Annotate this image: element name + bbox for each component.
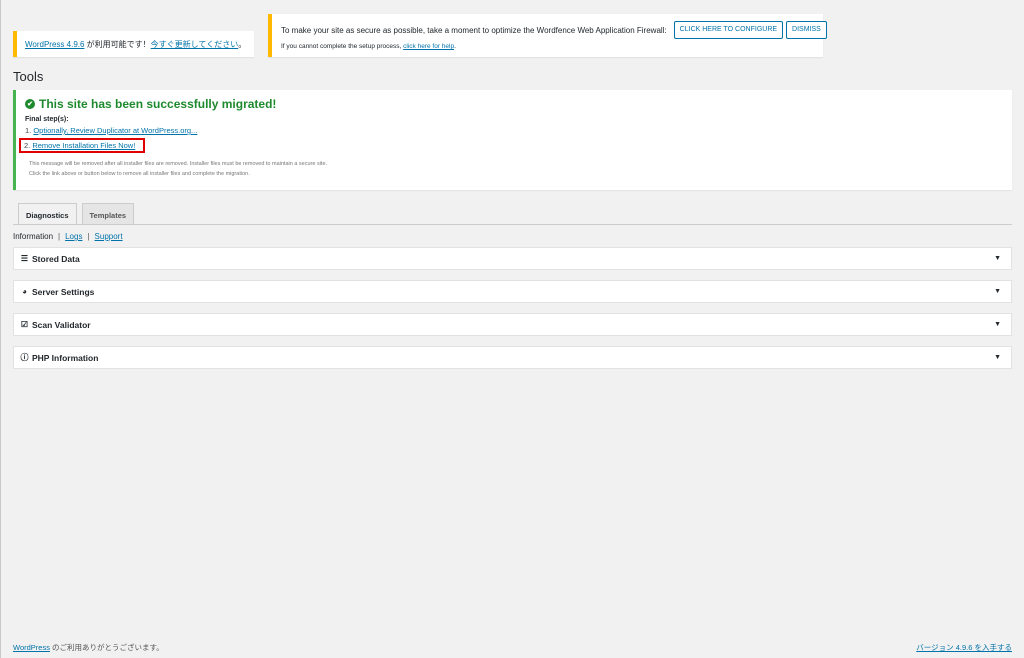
- caret-down-icon: ▼: [994, 354, 1001, 361]
- update-now-link[interactable]: 今すぐ更新してください: [151, 40, 239, 49]
- migration-title: ✔ This site has been successfully migrat…: [25, 97, 1012, 111]
- info-circle-icon: ⓘ: [20, 353, 29, 362]
- footer-thanks-text: のご利用ありがとうございます。: [49, 643, 164, 652]
- caret-down-icon: ▼: [994, 255, 1001, 262]
- list-icon: ☰: [20, 254, 29, 263]
- panel-title: PHP Information: [32, 352, 99, 363]
- panel-title: Stored Data: [32, 253, 80, 264]
- footer-wordpress-link[interactable]: WordPress: [13, 643, 50, 652]
- footer-version: バージョン 4.9.6 を入手する: [916, 642, 1012, 653]
- remove-installation-files-link[interactable]: Remove Installation Files Now!: [32, 141, 135, 150]
- checkbox-icon: ☑: [20, 320, 29, 329]
- dashboard-icon: ◕: [22, 287, 27, 296]
- step-1: 1. Optionally, Review Duplicator at Word…: [25, 126, 1012, 135]
- tab-templates[interactable]: Templates: [81, 203, 135, 225]
- review-duplicator-link[interactable]: Optionally, Review Duplicator at WordPre…: [33, 126, 197, 135]
- caret-down-icon: ▼: [994, 321, 1001, 328]
- panel-stored-data[interactable]: ☰ Stored Data ▼: [13, 247, 1012, 270]
- subnav-information: Information: [13, 232, 54, 241]
- panel-title: Scan Validator: [32, 319, 91, 330]
- subnav-separator: |: [87, 232, 90, 241]
- configure-firewall-button[interactable]: CLICK HERE TO CONFIGURE: [673, 21, 784, 39]
- subnav-logs-link[interactable]: Logs: [65, 232, 82, 241]
- subnav-support-link[interactable]: Support: [95, 232, 123, 241]
- migration-note: This message will be removed after all i…: [29, 159, 1012, 179]
- window-edge: [0, 0, 1, 658]
- page-title: Tools: [13, 69, 44, 84]
- subnav-separator: |: [58, 232, 61, 241]
- help-link[interactable]: click here for help: [403, 43, 454, 50]
- help-prefix-text: If you cannot complete the setup process…: [281, 43, 404, 50]
- tab-diagnostics[interactable]: Diagnostics: [18, 203, 77, 225]
- migration-note-line-2: Click the link above or button below to …: [29, 171, 250, 177]
- step-2-highlight: 2. Remove Installation Files Now!: [19, 138, 146, 153]
- get-version-link[interactable]: バージョン 4.9.6 を入手する: [916, 643, 1012, 652]
- diagnostics-subnav: Information | Logs | Support: [13, 232, 123, 241]
- wordfence-notice: To make your site as secure as possible,…: [268, 14, 827, 57]
- update-notice: WordPress 4.9.6 が利用可能です！今すぐ更新してください。: [13, 31, 254, 57]
- help-suffix-text: .: [454, 43, 456, 50]
- wordpress-version-link[interactable]: WordPress 4.9.6: [25, 40, 84, 49]
- migration-success-notice: ✔ This site has been successfully migrat…: [13, 90, 1012, 190]
- panel-title: Server Settings: [32, 286, 95, 297]
- final-steps-label: Final step(s):: [25, 116, 69, 123]
- panel-server-settings[interactable]: ◕ Server Settings ▼: [13, 280, 1012, 303]
- panel-php-information[interactable]: ⓘ PHP Information ▼: [13, 346, 1012, 369]
- migration-note-line-1: This message will be removed after all i…: [29, 161, 328, 167]
- caret-down-icon: ▼: [994, 288, 1001, 295]
- migration-title-text: This site has been successfully migrated…: [39, 97, 277, 111]
- footer-thanks: WordPress のご利用ありがとうございます。: [13, 642, 164, 653]
- tools-tabs: Diagnostics Templates: [13, 203, 135, 225]
- panel-scan-validator[interactable]: ☑ Scan Validator ▼: [13, 313, 1012, 336]
- check-circle-icon: ✔: [25, 99, 35, 109]
- update-available-text: が利用可能です！: [84, 40, 151, 49]
- wordfence-message: To make your site as secure as possible,…: [281, 25, 667, 35]
- dismiss-button[interactable]: DISMISS: [786, 21, 827, 39]
- update-suffix: 。: [238, 40, 247, 49]
- tabs-divider: [13, 224, 1012, 225]
